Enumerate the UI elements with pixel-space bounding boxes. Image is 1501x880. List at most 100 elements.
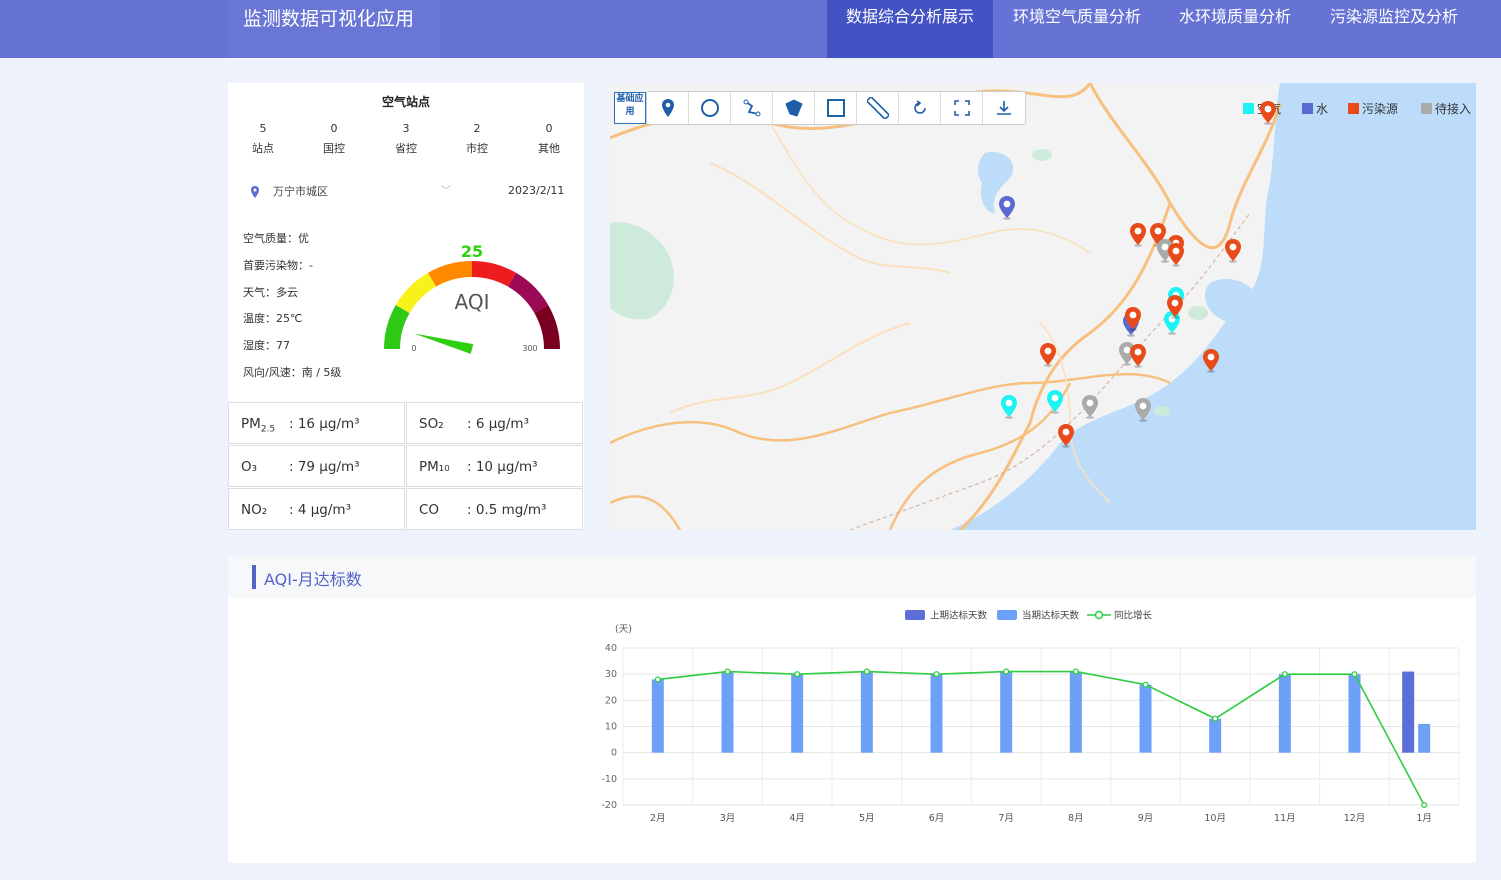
stat-value: 3 [402,122,410,135]
legend-swatch [1302,103,1313,114]
primary-pollutant: 首要污染物：- [243,259,313,272]
aqi-label: AQI [455,290,490,314]
aqi-gauge: 25 AQI 0 300 [384,242,560,354]
pollutant-grid: PM2.5 : 16 μg/m³ SO₂ : 6 μg/m³ O₃ : 79 μ… [228,402,584,530]
location-select[interactable]: 万宁市城区 [273,183,328,199]
y-tick-label: 20 [605,695,617,706]
map-marker[interactable] [1039,343,1057,371]
bar-1 [1418,723,1431,753]
legend-marker [1094,610,1104,620]
air-station-panel: 空气站点 5 站点 0 国控 3 省控 2 市控 0 其他 万宁市城区 ﹀ 20… [228,83,584,530]
chevron-down-icon[interactable]: ﹀ [441,182,451,197]
pollutant-value: : 4 μg/m³ [289,502,351,518]
map-marker[interactable] [998,196,1016,224]
line-point [863,668,870,675]
legend-water[interactable]: 水 [1302,100,1328,117]
aqi-chart: 40 30 20 10 0 -10 -20 (天) 2月 3月 4月 5月 6月 7月 8月 9月 10月 11月… [583,600,1476,860]
line-point [794,671,801,678]
chart-legend-item: 同比增长 [1087,610,1153,622]
aqi-section-title: AQI-月达标数 [264,570,362,589]
legend-swatch [1243,103,1254,114]
pollutant-no2: NO₂ : 4 μg/m³ [228,488,405,530]
stat-provincial[interactable]: 3 省控 [381,119,431,159]
nav-tab-water-quality[interactable]: 水环境质量分析 [1166,0,1304,58]
circle-icon[interactable] [689,92,731,124]
stat-other[interactable]: 0 其他 [524,119,574,159]
map-marker[interactable] [1134,398,1152,426]
legend-pending[interactable]: 待接入 [1421,100,1471,117]
map-marker[interactable] [1081,395,1099,423]
line-point [724,668,731,675]
download-icon[interactable] [983,92,1025,124]
nav-tab-overview[interactable]: 数据综合分析展示 [827,0,993,58]
bar-1 [930,674,943,753]
ruler-icon[interactable] [857,92,899,124]
location-icon[interactable] [647,92,689,124]
x-tick-label: 6月 [929,813,945,824]
map-marker[interactable] [1129,223,1147,251]
gauge-segment [428,261,473,287]
map-marker[interactable] [1129,344,1147,372]
x-tick-label: 10月 [1204,813,1226,824]
map-marker[interactable] [1259,101,1277,129]
stat-label: 其他 [538,142,560,155]
legend-label: 待接入 [1435,102,1472,116]
pollutant-o3: O₃ : 79 μg/m³ [228,445,405,487]
polyline-icon[interactable] [731,92,773,124]
stat-label: 省控 [395,142,417,155]
map-marker[interactable] [1167,243,1185,271]
line-point [1003,668,1010,675]
legend-swatch [905,610,925,620]
chart-legend-item: 上期达标天数 [905,610,988,622]
x-tick-label: 7月 [998,813,1014,824]
bar-1 [860,671,873,753]
refresh-icon[interactable] [899,92,941,124]
legend-text: 上期达标天数 [930,610,988,622]
polygon-icon[interactable] [773,92,815,124]
section-accent-bar [252,565,256,589]
pollutant-pm25: PM2.5 : 16 μg/m³ [228,402,405,444]
map-marker[interactable] [1046,390,1064,418]
map-base [610,83,1476,530]
gauge-segment [395,272,437,314]
wind: 风向/风速：南 / 5级 [243,366,342,379]
bar-1 [1278,674,1291,753]
bar-1 [1000,671,1013,753]
y-axis-label: (天) [615,624,632,635]
weather: 天气：多云 [243,286,298,299]
stat-national[interactable]: 0 国控 [309,119,359,159]
y-tick-label: -20 [601,800,617,811]
x-tick-label: 4月 [789,813,805,824]
legend-pollution[interactable]: 污染源 [1348,100,1398,117]
fullscreen-icon[interactable] [941,92,983,124]
map-marker[interactable] [1166,295,1184,323]
map-marker[interactable] [1057,424,1075,452]
monitoring-map[interactable]: 基础应用 空气 水 污染源 待接入 [610,83,1476,530]
nav-tab-pollution-source[interactable]: 污染源监控及分析 [1318,0,1470,58]
aqi-value: 25 [461,242,483,261]
date-display[interactable]: 2023/2/11 [508,184,564,197]
stat-city[interactable]: 2 市控 [452,119,502,159]
aqi-section-header: AQI-月达标数 [228,557,1476,598]
line-point [1142,681,1149,688]
gauge-min-label: 0 [411,344,416,353]
map-marker[interactable] [1124,307,1142,335]
map-marker[interactable] [1224,239,1242,267]
bar-1 [1209,718,1222,753]
pollutant-value: : 6 μg/m³ [467,416,529,432]
x-tick-label: 12月 [1344,813,1366,824]
bar-1 [1069,671,1082,753]
x-tick-label: 8月 [1068,813,1084,824]
map-marker[interactable] [1202,349,1220,377]
legend-swatch [1348,103,1359,114]
map-marker[interactable] [1000,395,1018,423]
x-tick-label: 11月 [1274,813,1296,824]
legend-text: 同比增长 [1114,610,1153,622]
rectangle-icon[interactable] [815,92,857,124]
pollutant-name: O₃ [241,459,258,475]
nav-tab-air-quality[interactable]: 环境空气质量分析 [1001,0,1153,58]
pollutant-value: : 0.5 mg/m³ [467,502,547,518]
pollutant-co: CO : 0.5 mg/m³ [406,488,583,530]
stat-stations[interactable]: 5 站点 [238,119,288,159]
legend-swatch [1421,103,1432,114]
